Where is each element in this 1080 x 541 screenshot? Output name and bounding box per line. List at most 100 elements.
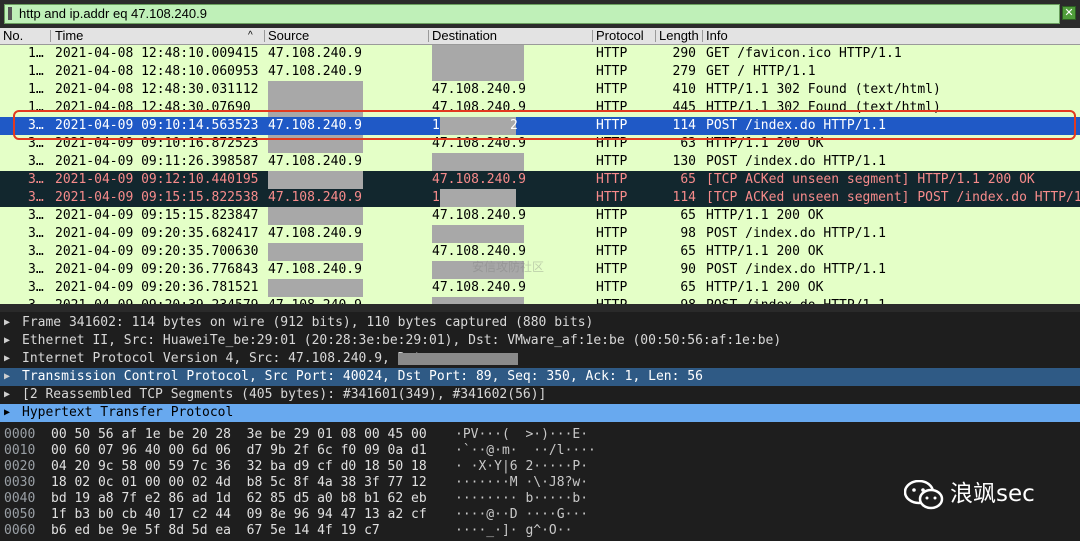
packet-row[interactable]: 3… 2021-04-09 09:11:26.398587 47.108.240.9…: [0, 153, 1080, 171]
brand-logo: 浪飒sec: [904, 476, 1054, 512]
packet-length: 279: [672, 64, 696, 79]
packet-row[interactable]: 1… 2021-04-08 12:48:10.009415 47.108.240.9…: [0, 45, 1080, 63]
packet-info: [TCP ACKed unseen segment] POST /index.d…: [706, 190, 1080, 205]
packet-no: 3…: [28, 190, 44, 205]
packet-source: 47.108.240.9: [268, 190, 362, 205]
detail-tree-item[interactable]: ▶ Ethernet II, Src: HuaweiTe_be:29:01 (20…: [0, 332, 1080, 350]
hex-row[interactable]: 0000 00 50 56 af 1e be 20 28 3e be 29 01 …: [0, 427, 1080, 443]
packet-protocol: HTTP: [596, 64, 628, 79]
packet-list-header: No. Time ^ Source Destination Protocol L…: [0, 28, 1080, 45]
detail-tree-item[interactable]: ▶ Hypertext Transfer Protocol: [0, 404, 1080, 422]
packet-length: 130: [672, 154, 696, 169]
packet-protocol: HTTP: [596, 172, 628, 187]
redacted-source: [268, 171, 363, 189]
pane-splitter[interactable]: [0, 304, 1080, 312]
redacted-source: [268, 279, 363, 297]
packet-protocol: HTTP: [596, 244, 628, 259]
packet-info: POST /index.do HTTP/1.1: [706, 262, 887, 277]
packet-no: 3…: [28, 172, 44, 187]
detail-tree-item[interactable]: ▶ Transmission Control Protocol, Src Port…: [0, 368, 1080, 386]
column-length[interactable]: Length: [659, 28, 699, 44]
expand-arrow-icon[interactable]: ▶: [4, 368, 10, 386]
detail-tree-item[interactable]: ▶ Internet Protocol Version 4, Src: 47.10…: [0, 350, 1080, 368]
detail-text: Internet Protocol Version 4, Src: 47.108…: [22, 351, 429, 366]
packet-no: 3…: [28, 208, 44, 223]
detail-tree-item[interactable]: ▶ [2 Reassembled TCP Segments (405 bytes)…: [0, 386, 1080, 404]
packet-length: 114: [672, 190, 696, 205]
detail-tree-item[interactable]: ▶ Frame 341602: 114 bytes on wire (912 bi…: [0, 314, 1080, 332]
packet-source: 47.108.240.9: [268, 154, 362, 169]
packet-info: HTTP/1.1 200 OK: [706, 244, 824, 259]
redacted-source: [268, 243, 363, 261]
packet-time: 2021-04-08 12:48:10.009415: [55, 46, 259, 61]
packet-row[interactable]: 3… 2021-04-09 09:20:35.682417 47.108.240.9…: [0, 225, 1080, 243]
packet-info: HTTP/1.1 200 OK: [706, 208, 824, 223]
display-filter-input[interactable]: http and ip.addr eq 47.108.240.9: [4, 4, 1060, 24]
packet-details-pane[interactable]: ▶ Frame 341602: 114 bytes on wire (912 bi…: [0, 312, 1080, 422]
packet-time: 2021-04-09 09:20:35.682417: [55, 226, 259, 241]
redacted-destination: [432, 153, 524, 171]
packet-info: POST /index.do HTTP/1.1: [706, 226, 887, 241]
detail-text: Frame 341602: 114 bytes on wire (912 bit…: [22, 315, 594, 330]
hex-ascii: ·······M ·\·J8?w·: [455, 475, 589, 490]
packet-destination: 47.108.240.9: [432, 280, 526, 295]
hex-row[interactable]: 0010 00 60 07 96 40 00 6d 06 d7 9b 2f 6c …: [0, 443, 1080, 459]
packet-row[interactable]: 1… 2021-04-08 12:48:10.060953 47.108.240.9…: [0, 63, 1080, 81]
packet-length: 65: [680, 172, 696, 187]
detail-text: [2 Reassembled TCP Segments (405 bytes):…: [22, 387, 547, 402]
packet-source: 47.108.240.9: [268, 64, 362, 79]
expand-arrow-icon[interactable]: ▶: [4, 404, 10, 422]
hex-row[interactable]: 0060 b6 ed be 9e 5f 8d 5d ea 67 5e 14 4f …: [0, 523, 1080, 539]
packet-source: 47.108.240.9: [268, 262, 362, 277]
hex-offset: 0040: [4, 491, 36, 506]
packet-no: 1…: [28, 64, 44, 79]
wechat-icon: [904, 480, 944, 510]
packet-time: 2021-04-09 09:15:15.822538: [55, 190, 259, 205]
packet-info: POST /index.do HTTP/1.1: [706, 154, 887, 169]
packet-length: 65: [680, 280, 696, 295]
packet-info: [TCP ACKed unseen segment] HTTP/1.1 200 …: [706, 172, 1035, 187]
hex-row[interactable]: 0020 04 20 9c 58 00 59 7c 36 32 ba d9 cf …: [0, 459, 1080, 475]
expand-arrow-icon[interactable]: ▶: [4, 350, 10, 368]
filter-bookmark-icon[interactable]: [8, 7, 12, 20]
column-no[interactable]: No.: [3, 28, 23, 44]
hex-offset: 0030: [4, 475, 36, 490]
packet-time: 2021-04-09 09:20:35.700630: [55, 244, 259, 259]
expand-arrow-icon[interactable]: ▶: [4, 332, 10, 350]
detail-text: Ethernet II, Src: HuaweiTe_be:29:01 (20:…: [22, 333, 782, 348]
packet-source: 47.108.240.9: [268, 226, 362, 241]
packet-row[interactable]: 3… 2021-04-09 09:15:15.822538 47.108.240.9…: [0, 189, 1080, 207]
packet-destination: 1: [432, 190, 440, 205]
hex-offset: 0050: [4, 507, 36, 522]
packet-destination: 47.108.240.9: [432, 172, 526, 187]
clear-filter-icon[interactable]: ✕: [1062, 6, 1076, 20]
hex-ascii: ········ b·····b·: [455, 491, 589, 506]
packet-protocol: HTTP: [596, 46, 628, 61]
packet-row[interactable]: 3… 2021-04-09 09:20:39.234579 47.108.240.9…: [0, 297, 1080, 304]
column-destination[interactable]: Destination: [432, 28, 497, 44]
packet-no: 1…: [28, 82, 44, 97]
packet-row[interactable]: 3… 2021-04-09 09:20:36.781521 47.108.240.9…: [0, 279, 1080, 297]
column-time[interactable]: Time: [55, 28, 83, 44]
packet-protocol: HTTP: [596, 280, 628, 295]
packet-no: 3…: [28, 297, 44, 304]
packet-protocol: HTTP: [596, 262, 628, 277]
detail-text: Transmission Control Protocol, Src Port:…: [22, 369, 703, 384]
packet-protocol: HTTP: [596, 226, 628, 241]
packet-no: 3…: [28, 244, 44, 259]
packet-no: 3…: [28, 226, 44, 241]
hex-bytes: 04 20 9c 58 00 59 7c 36 32 ba d9 cf d0 1…: [51, 459, 427, 474]
packet-protocol: HTTP: [596, 190, 628, 205]
packet-protocol: HTTP: [596, 154, 628, 169]
packet-row[interactable]: 3… 2021-04-09 09:12:10.440195 47.108.240.9…: [0, 171, 1080, 189]
column-protocol[interactable]: Protocol: [596, 28, 644, 44]
expand-arrow-icon[interactable]: ▶: [4, 314, 10, 332]
column-info[interactable]: Info: [706, 28, 728, 44]
packet-info: POST /index.do HTTP/1.1: [706, 297, 886, 304]
expand-arrow-icon[interactable]: ▶: [4, 386, 10, 404]
packet-row[interactable]: 3… 2021-04-09 09:15:15.823847 47.108.240.9…: [0, 207, 1080, 225]
packet-row[interactable]: 1… 2021-04-08 12:48:30.031112 47.108.240.9…: [0, 81, 1080, 99]
column-source[interactable]: Source: [268, 28, 309, 44]
packet-info: GET /favicon.ico HTTP/1.1: [706, 46, 902, 61]
detail-text: Hypertext Transfer Protocol: [22, 405, 234, 420]
